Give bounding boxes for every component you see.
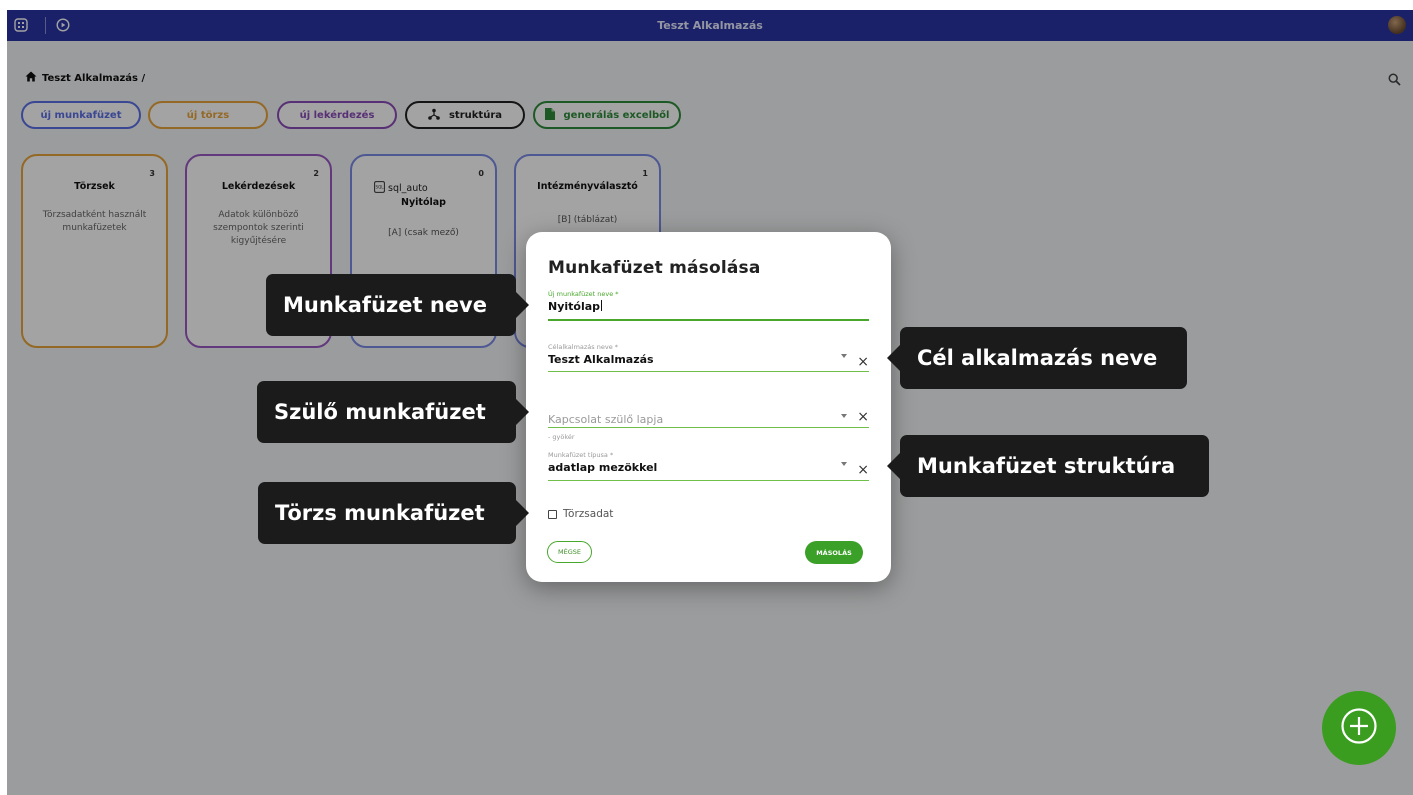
add-fab-button[interactable] [1322,691,1396,765]
dropdown-arrow-icon[interactable] [841,354,847,358]
field-label: Munkafüzet típusa * [548,451,614,459]
cancel-button[interactable]: MÉGSE [547,541,592,563]
field-value: adatlap mezökkel [548,461,658,474]
field-label: Új munkafüzet neve * [548,290,619,298]
callout-master-workbook: Törzs munkafüzet [258,482,529,544]
callout-target-app: Cél alkalmazás neve [887,327,1187,389]
master-data-checkbox[interactable] [548,509,557,519]
target-app-select[interactable]: Célalkalmazás neve * Teszt Alkalmazás × [548,343,869,373]
text-cursor [601,300,603,311]
copy-workbook-dialog: Munkafüzet másolása Új munkafüzet neve *… [526,232,891,582]
field-underline [548,371,869,372]
field-underline [548,480,869,481]
field-underline [548,319,869,321]
clear-icon[interactable]: × [857,463,869,477]
field-label: Célalkalmazás neve * [548,343,619,351]
field-value: Teszt Alkalmazás [548,353,654,366]
callout-workbook-structure: Munkafüzet struktúra [887,435,1209,497]
workbook-name-field[interactable]: Új munkafüzet neve * Nyitólap [548,290,869,321]
dropdown-arrow-icon[interactable] [841,414,847,418]
dropdown-arrow-icon[interactable] [841,462,847,466]
workbook-type-select[interactable]: Munkafüzet típusa * adatlap mezökkel × [548,451,869,481]
callout-parent-workbook: Szülő munkafüzet [257,381,529,443]
dialog-title: Munkafüzet másolása [548,258,761,278]
copy-button[interactable]: MÁSOLÁS [805,541,863,564]
callout-workbook-name: Munkafüzet neve [266,274,529,336]
field-value: Nyitólap [548,300,601,313]
field-underline [548,427,869,428]
parent-sheet-select[interactable]: Kapcsolat szülő lapja × [548,410,869,428]
plus-circle-icon [1340,707,1378,749]
master-data-checkbox-row[interactable]: Törzsadat [548,508,613,520]
clear-icon[interactable]: × [857,410,869,424]
parent-hint: - gyökér [548,433,575,441]
field-placeholder: Kapcsolat szülő lapja [548,413,664,426]
checkbox-label: Törzsadat [563,508,614,520]
clear-icon[interactable]: × [857,355,869,369]
